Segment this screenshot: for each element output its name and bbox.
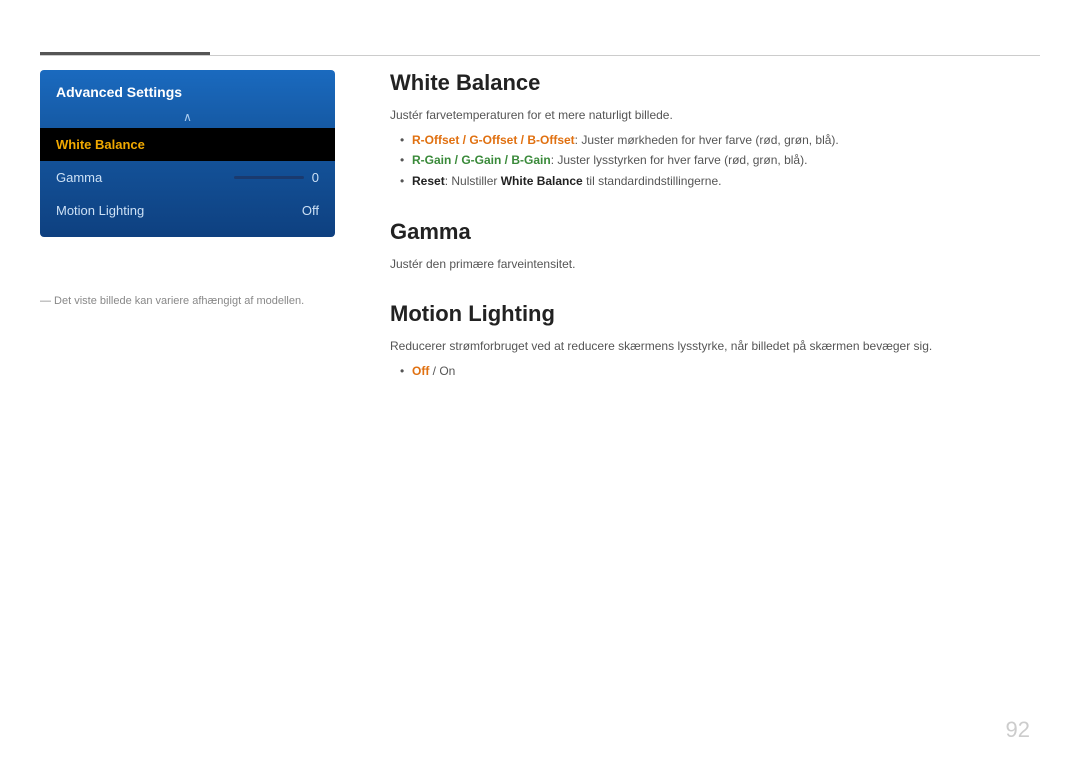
sidebar-title: Advanced Settings: [40, 70, 335, 110]
sidebar-item-label: Gamma: [56, 170, 102, 185]
gamma-desc: Justér den primære farveintensitet.: [390, 255, 1040, 273]
main-content: White Balance Justér farvetemperaturen f…: [390, 70, 1040, 410]
section-gamma: Gamma Justér den primære farveintensitet…: [390, 219, 1040, 273]
white-balance-title: White Balance: [390, 70, 1040, 96]
bullet-text-3a: : Nulstiller: [445, 174, 501, 188]
reset-label: Reset: [412, 174, 445, 188]
sidebar-note: — Det viste billede kan variere afhængig…: [40, 295, 335, 307]
r-offset-label: R-Offset / G-Offset / B-Offset: [412, 133, 575, 147]
top-border: [40, 55, 1040, 56]
white-balance-bullets: R-Offset / G-Offset / B-Offset: Juster m…: [390, 130, 1040, 191]
sidebar-item-motion-lighting[interactable]: Motion Lighting Off: [40, 194, 335, 227]
section-motion-lighting: Motion Lighting Reducerer strømforbruget…: [390, 301, 1040, 381]
white-balance-desc: Justér farvetemperaturen for et mere nat…: [390, 106, 1040, 124]
motion-lighting-value: Off: [302, 203, 319, 218]
off-label: Off: [412, 364, 429, 378]
r-gain-label: R-Gain / G-Gain / B-Gain: [412, 153, 551, 167]
bullet-text-1: : Juster mørkheden for hver farve (rød, …: [575, 133, 839, 147]
sidebar-item-label: Motion Lighting: [56, 203, 144, 218]
gamma-slider-container: 0: [234, 170, 319, 185]
gamma-title: Gamma: [390, 219, 1040, 245]
bullet-text-2: : Juster lysstyrken for hver farve (rød,…: [551, 153, 808, 167]
bullet-text-3b: til standardindstillingerne.: [583, 174, 722, 188]
white-balance-ref: White Balance: [501, 174, 583, 188]
sidebar-chevron-icon: ∧: [40, 110, 335, 124]
bullet-item: R-Gain / G-Gain / B-Gain: Juster lysstyr…: [400, 150, 1040, 170]
bullet-item: Reset: Nulstiller White Balance til stan…: [400, 171, 1040, 191]
sidebar-item-white-balance[interactable]: White Balance: [40, 128, 335, 161]
sidebar-panel: Advanced Settings ∧ White Balance Gamma …: [40, 70, 335, 237]
on-label: / On: [429, 364, 455, 378]
slider-bar: [234, 176, 304, 179]
bullet-item: Off / On: [400, 361, 1040, 381]
section-white-balance: White Balance Justér farvetemperaturen f…: [390, 70, 1040, 191]
bullet-item: R-Offset / G-Offset / B-Offset: Juster m…: [400, 130, 1040, 150]
gamma-value: 0: [312, 170, 319, 185]
sidebar-item-gamma[interactable]: Gamma 0: [40, 161, 335, 194]
page-number: 92: [1006, 717, 1030, 743]
motion-lighting-bullets: Off / On: [390, 361, 1040, 381]
sidebar-item-label: White Balance: [56, 137, 145, 152]
motion-lighting-desc: Reducerer strømforbruget ved at reducere…: [390, 337, 1040, 355]
motion-lighting-title: Motion Lighting: [390, 301, 1040, 327]
